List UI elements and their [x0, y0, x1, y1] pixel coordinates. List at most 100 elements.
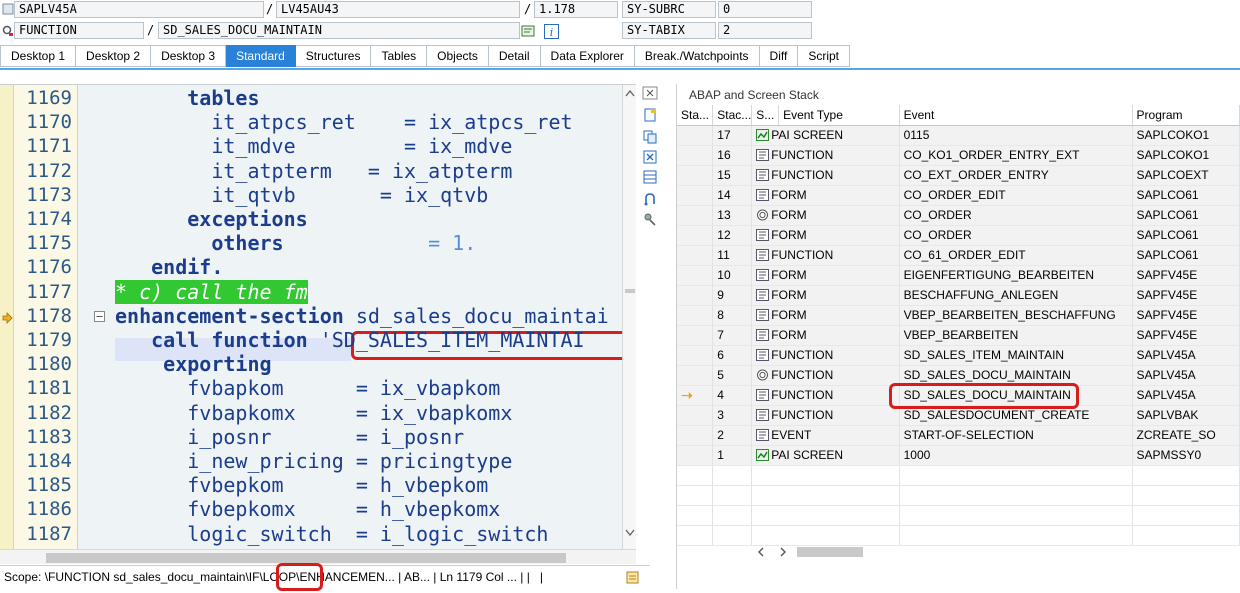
event-type-field[interactable]: FUNCTION — [14, 22, 144, 39]
tab-desktop-3[interactable]: Desktop 3 — [151, 45, 227, 67]
close-panel-icon[interactable] — [642, 86, 658, 100]
code-line[interactable]: exporting — [115, 353, 271, 376]
code-line[interactable]: enhancement-section sd_sales_docu_mainta… — [115, 304, 609, 328]
table-row[interactable]: 1 PAI SCREEN 1000 SAPMSSY0 — [677, 445, 1240, 466]
tab-standard[interactable]: Standard — [226, 45, 296, 67]
code-line[interactable]: it_atpcs_ret = ix_atpcs_ret — [115, 111, 572, 134]
column-header[interactable]: Program — [1132, 105, 1240, 126]
stack-scroll-thumb[interactable] — [797, 547, 863, 557]
code-line[interactable]: * c) call the fm — [115, 279, 308, 304]
scroll-right-icon[interactable] — [779, 547, 787, 557]
tab-desktop-1[interactable]: Desktop 1 — [0, 45, 77, 67]
scroll-up-icon[interactable] — [625, 89, 635, 97]
tab-data-explorer[interactable]: Data Explorer — [540, 45, 635, 67]
layout-icon[interactable] — [642, 192, 658, 206]
include-field[interactable]: LV45AU43 — [276, 1, 520, 18]
program-field[interactable]: SAPLV45A — [14, 1, 264, 18]
line-number: 1176 — [26, 256, 72, 279]
column-header[interactable]: Sta... — [677, 105, 714, 126]
code-keyword: tables — [115, 86, 260, 110]
column-header[interactable]: S... — [751, 105, 780, 126]
new-document-icon[interactable] — [642, 108, 658, 122]
fullscreen-icon[interactable] — [642, 170, 658, 184]
line-field[interactable]: 1.178 — [534, 1, 618, 18]
copy-icon[interactable] — [642, 130, 658, 144]
sy-subrc-value[interactable]: 0 — [718, 1, 812, 18]
program-name: SAPLCO61 — [1132, 225, 1240, 246]
empty-cell — [1132, 505, 1240, 526]
table-row[interactable]: 14 FORM CO_ORDER_EDIT SAPLCO61 — [677, 185, 1240, 206]
h-scroll-thumb[interactable] — [46, 553, 566, 563]
stack-level: 13 — [712, 205, 753, 226]
table-row[interactable]: 17 PAI SCREEN 0115 SAPLCOKO1 — [677, 125, 1240, 146]
event-type: FUNCTION — [771, 368, 834, 382]
source-editor[interactable]: 1169 tables 1170 it_atpcs_ret = ix_atpcs_… — [0, 84, 636, 564]
breakpoint-column[interactable] — [0, 85, 14, 564]
table-row[interactable]: 9 FORM BESCHAFFUNG_ANLEGEN SAPFV45E — [677, 285, 1240, 306]
stack-level: 15 — [712, 165, 753, 186]
settings-icon[interactable] — [642, 212, 658, 226]
code-line[interactable]: i_posnr = i_posnr — [115, 425, 464, 449]
table-row[interactable]: 10 FORM EIGENFERTIGUNG_BEARBEITEN SAPFV45E — [677, 265, 1240, 286]
table-row[interactable]: 11 FUNCTION CO_61_ORDER_EDIT SAPLCO61 — [677, 245, 1240, 266]
tab-objects[interactable]: Objects — [427, 45, 489, 67]
column-header[interactable]: Stac... — [712, 105, 753, 126]
function-icon — [756, 348, 771, 362]
code-line[interactable]: it_mdve = ix_mdve — [115, 135, 512, 158]
collapse-block-icon[interactable] — [94, 311, 105, 322]
code-line[interactable]: fvbepkomx = h_vbepkomx — [115, 498, 500, 521]
code-line[interactable]: tables — [115, 86, 260, 110]
column-header[interactable]: Event — [899, 105, 1133, 126]
display-source-icon[interactable] — [521, 25, 535, 37]
info-icon[interactable]: i — [544, 24, 559, 39]
table-row[interactable]: 8 FORM VBEP_BEARBEITEN_BESCHAFFUNG SAPFV45E — [677, 305, 1240, 326]
editor-horizontal-scrollbar[interactable] — [0, 549, 636, 564]
tab-tables[interactable]: Tables — [371, 45, 428, 67]
code-line[interactable]: endif. — [115, 256, 223, 279]
sy-tabix-value[interactable]: 2 — [718, 22, 812, 39]
empty-cell — [751, 505, 900, 526]
table-row[interactable]: 6 FUNCTION SD_SALES_ITEM_MAINTAIN SAPLV45A — [677, 345, 1240, 366]
event-name: SD_SALES_DOCU_MAINTAIN — [899, 365, 1133, 386]
code-line[interactable]: fvbepkom = h_vbepkom — [115, 474, 488, 497]
document-icon[interactable] — [626, 571, 639, 584]
editor-vertical-scrollbar[interactable] — [622, 85, 636, 549]
column-header[interactable]: Event Type — [778, 105, 900, 126]
table-row[interactable]: 15 FUNCTION CO_EXT_ORDER_ENTRY SAPLCOEXT — [677, 165, 1240, 186]
tab-detail[interactable]: Detail — [488, 45, 541, 67]
delete-icon[interactable] — [642, 150, 658, 164]
code-line[interactable]: others = 1. — [115, 232, 476, 255]
table-row[interactable]: 13 FORM CO_ORDER SAPLCO61 — [677, 205, 1240, 226]
code-text: fvbepkomx = h_vbepkomx — [115, 497, 501, 522]
code-line[interactable]: fvbapkomx = ix_vbapkomx — [115, 401, 512, 425]
tab-structures[interactable]: Structures — [295, 45, 372, 67]
stack-horizontal-scrollbar[interactable] — [757, 544, 877, 560]
line-number: 1182 — [26, 401, 72, 424]
code-line[interactable]: logic_switch = i_logic_switch — [115, 522, 548, 546]
code-line[interactable]: call function 'SD_SALES_ITEM_MAINTAI — [115, 329, 585, 352]
code-line[interactable]: it_qtvb = ix_qtvb — [115, 183, 488, 207]
table-row[interactable]: 12 FORM CO_ORDER SAPLCO61 — [677, 225, 1240, 246]
scroll-thumb[interactable] — [625, 289, 635, 293]
tab-diff[interactable]: Diff — [759, 45, 799, 67]
scroll-left-icon[interactable] — [757, 547, 765, 557]
code-line[interactable]: exceptions — [115, 208, 307, 231]
tab-desktop-2[interactable]: Desktop 2 — [76, 45, 152, 67]
table-row[interactable]: 5 FUNCTION SD_SALES_DOCU_MAINTAIN SAPLV45A — [677, 365, 1240, 386]
event-type: FUNCTION — [771, 248, 834, 262]
program-name: SAPFV45E — [1132, 265, 1240, 286]
table-row[interactable]: 2 EVENT START-OF-SELECTION ZCREATE_SO — [677, 425, 1240, 446]
scroll-down-icon[interactable] — [625, 529, 635, 537]
line-number: 1187 — [26, 522, 72, 545]
editor-status-bar: Scope: \FUNCTION sd_sales_docu_maintain\… — [0, 565, 650, 589]
event-type: FUNCTION — [771, 148, 834, 162]
tab-break-watchpoints[interactable]: Break./Watchpoints — [634, 45, 760, 67]
table-row[interactable]: 16 FUNCTION CO_KO1_ORDER_ENTRY_EXT SAPLCOKO… — [677, 145, 1240, 166]
code-line[interactable]: i_new_pricing = pricingtype — [115, 450, 512, 473]
code-line[interactable]: it_atpterm = ix_atpterm — [115, 159, 512, 183]
event-field[interactable]: SD_SALES_DOCU_MAINTAIN — [158, 22, 520, 39]
empty-row — [677, 525, 1240, 546]
table-row[interactable]: 7 FORM VBEP_BEARBEITEN SAPFV45E — [677, 325, 1240, 346]
tab-script[interactable]: Script — [798, 45, 851, 67]
code-line[interactable]: fvbapkom = ix_vbapkom — [115, 377, 500, 400]
